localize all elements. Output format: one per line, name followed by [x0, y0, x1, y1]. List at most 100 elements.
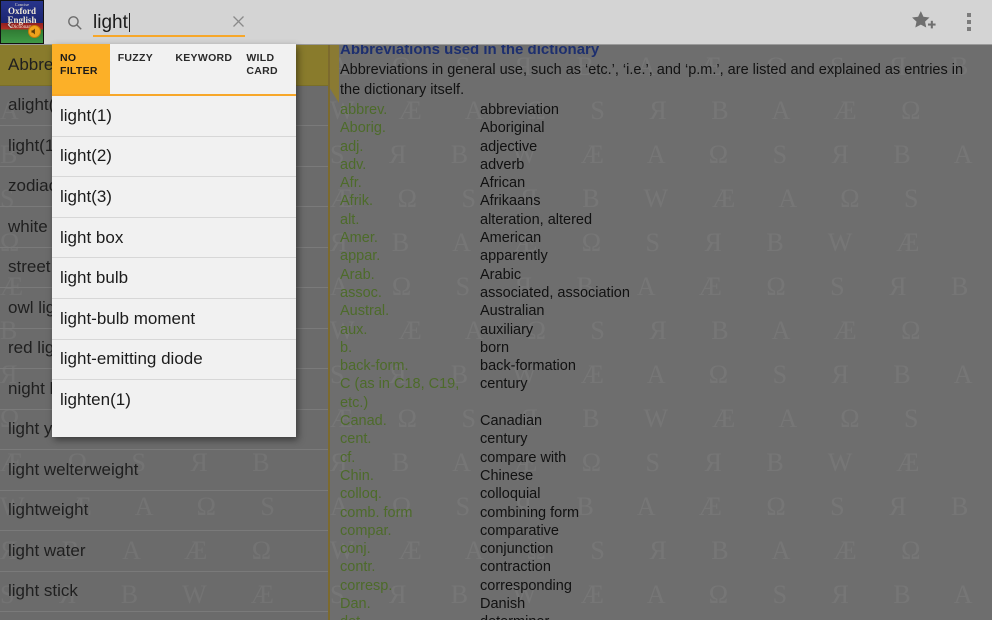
abbreviation-value: Afrikaans — [480, 193, 541, 210]
abbreviation-value: auxiliary — [480, 321, 534, 338]
abbreviation-row: abbrev. abbreviation — [340, 101, 986, 119]
search-input-value: light — [93, 11, 128, 33]
abbreviation-value: adjective — [480, 138, 538, 155]
abbreviation-row: appar. apparently — [340, 247, 986, 265]
abbreviation-value: Danish — [480, 596, 526, 613]
overflow-dots-icon — [967, 13, 971, 31]
abbreviation-value: comparative — [480, 522, 559, 539]
suggestion-item[interactable]: light(1) — [52, 96, 296, 137]
app-icon[interactable]: Concise Oxford English Dictionary ‹ — [0, 0, 44, 44]
abbreviation-key: Canad. — [340, 413, 387, 430]
abbreviation-row: assoc. associated, association — [340, 284, 986, 302]
abbreviation-key: compar. — [340, 522, 392, 539]
abbreviation-value: determiner — [480, 613, 549, 620]
app-root: Concise Oxford English Dictionary ‹ ligh… — [0, 0, 992, 620]
overflow-menu-button[interactable] — [946, 0, 992, 45]
word-list-item[interactable]: light welterweight — [0, 450, 328, 491]
abbreviation-row: back-form. back-formation — [340, 357, 986, 375]
pane-divider-tab[interactable] — [330, 45, 339, 103]
abbreviation-value: adverb — [480, 156, 525, 173]
suggestion-list-footer — [52, 420, 296, 437]
suggestion-item[interactable]: light-emitting diode — [52, 339, 296, 381]
text-caret — [128, 12, 130, 32]
abbreviation-key: det. — [340, 613, 480, 620]
abbreviation-row: Austral. Australian — [340, 302, 986, 320]
search-bar: light — [66, 0, 268, 45]
abbreviation-value: contraction — [480, 559, 551, 576]
abbreviation-value: apparently — [480, 248, 548, 265]
abbreviation-value: back-formation — [480, 358, 576, 375]
search-icon — [66, 14, 83, 31]
abbreviation-key: cent. — [340, 431, 372, 448]
abbreviation-row: adv. adverb — [340, 156, 986, 174]
abbreviation-key: back-form. — [340, 358, 409, 375]
abbreviation-value: American — [480, 230, 542, 247]
abbreviation-value: African — [480, 175, 526, 192]
abbreviation-key: cf. — [340, 449, 356, 466]
abbreviation-key: Austral. — [340, 303, 390, 320]
abbreviation-row: alt. alteration, altered — [340, 211, 986, 229]
abbreviation-row: Chin. Chinese — [340, 467, 986, 485]
entry-body: Abbreviations used in the dictionary Abb… — [340, 45, 986, 620]
search-underline — [93, 35, 245, 37]
abbreviation-value: Chinese — [480, 467, 534, 484]
abbreviation-row: Amer. American — [340, 229, 986, 247]
filter-tab[interactable]: KEYWORD — [167, 44, 238, 94]
abbreviation-key: adv. — [340, 156, 367, 173]
abbreviation-key: Arab. — [340, 266, 375, 283]
abbreviation-key: Amer. — [340, 230, 378, 247]
abbreviation-value: conjunction — [480, 541, 554, 558]
suggestion-item[interactable]: light-bulb moment — [52, 298, 296, 340]
abbreviation-row: Aborig. Aboriginal — [340, 119, 986, 137]
abbreviation-key: b. — [340, 339, 353, 356]
abbreviation-value: born — [480, 339, 510, 356]
abbreviation-key: C (as in C18, C19, etc.) — [340, 376, 460, 411]
abbreviation-key: assoc. — [340, 284, 382, 301]
suggestion-item[interactable]: light box — [52, 217, 296, 259]
abbreviation-key: Chin. — [340, 467, 374, 484]
abbreviation-row: Dan. Danish — [340, 595, 986, 613]
abbreviation-value: Canadian — [480, 413, 543, 430]
filter-tab[interactable]: FUZZY — [110, 44, 168, 94]
suggestion-item[interactable]: lighten(1) — [52, 380, 296, 421]
suggestion-list: light(1) light(2) light(3) light box light b… — [52, 96, 296, 421]
abbreviation-value: compare with — [480, 449, 567, 466]
search-suggestions-popup[interactable]: NO FILTER FUZZY KEYWORD WILD CARD light(1) l… — [52, 44, 296, 437]
abbreviation-row: colloq. colloquial — [340, 485, 986, 503]
abbreviation-row: det.determiner — [340, 613, 986, 620]
back-chevron-icon[interactable]: ‹ — [3, 13, 17, 33]
speaker-icon — [28, 25, 41, 38]
entry-intro-text: Abbreviations in general use, such as ‘e… — [340, 62, 964, 98]
abbreviation-row: conj. conjunction — [340, 540, 986, 558]
filter-tab[interactable]: NO FILTER — [52, 44, 110, 94]
add-favorite-button[interactable] — [900, 0, 946, 45]
abbreviation-row: b. born — [340, 339, 986, 357]
abbreviation-value: corresponding — [480, 577, 572, 594]
abbreviation-value: combining form — [480, 504, 580, 521]
abbreviation-key: Dan. — [340, 596, 371, 613]
abbreviation-key: appar. — [340, 248, 381, 265]
search-input[interactable]: light — [93, 5, 268, 39]
abbreviation-row: C (as in C18, C19, etc.) century — [340, 375, 986, 412]
suggestion-item[interactable]: light bulb — [52, 258, 296, 299]
abbreviation-key: corresp. — [340, 577, 393, 594]
abbreviation-key: conj. — [340, 541, 371, 558]
suggestion-item[interactable]: light(3) — [52, 177, 296, 218]
abbreviation-row: Canad. Canadian — [340, 412, 986, 430]
word-list-item[interactable]: lightweight — [0, 491, 328, 531]
word-list-item[interactable]: light stick — [0, 572, 328, 612]
abbreviation-key: adj. — [340, 138, 364, 155]
abbreviation-key: Afrik. — [340, 193, 374, 210]
abbreviation-row: Afrik. Afrikaans — [340, 192, 986, 210]
abbreviation-row: aux. auxiliary — [340, 321, 986, 339]
word-list-item[interactable]: light water — [0, 531, 328, 572]
suggestion-item[interactable]: light(2) — [52, 136, 296, 178]
abbreviation-row: compar. comparative — [340, 522, 986, 540]
abbreviation-key: aux. — [340, 321, 368, 338]
clear-search-icon[interactable] — [231, 14, 246, 29]
abbreviation-key: abbrev. — [340, 102, 388, 118]
abbreviation-key: comb. form — [340, 504, 413, 521]
filter-tab-bar: NO FILTER FUZZY KEYWORD WILD CARD — [52, 44, 296, 96]
filter-tab[interactable]: WILD CARD — [238, 44, 296, 94]
entry-content-pane[interactable]: A Ω S Я B A Æ Ω S Я B W Æ A Ω S Я B A Æ … — [330, 45, 992, 620]
